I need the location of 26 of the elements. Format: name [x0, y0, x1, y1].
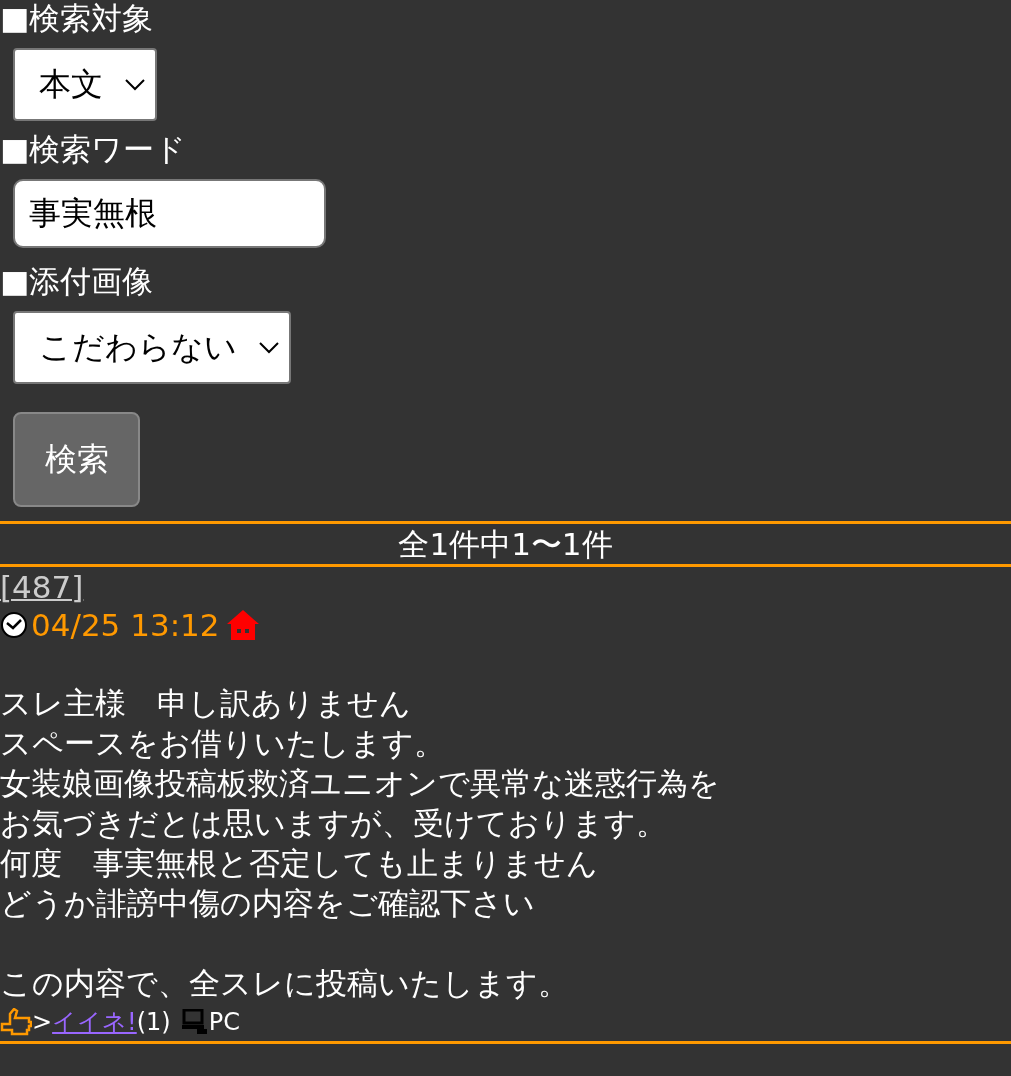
select-field[interactable]: こだわらない — [13, 311, 291, 384]
message-line: この内容で、全スレに投稿いたします。 — [0, 964, 570, 1003]
message-line: 何度 事実無根と否定しても止まりません — [0, 844, 599, 883]
clock-icon — [0, 611, 28, 639]
message-line: どうか誹謗中傷の内容をご確認下さい — [0, 884, 536, 923]
search-field[interactable]: 事実無根 — [13, 179, 326, 248]
field-label: ■検索ワード — [0, 130, 188, 169]
thumbs-up-icon — [0, 1008, 32, 1036]
field-label: ■検索対象 — [0, 0, 155, 38]
post-date: 04/25 13:12 — [31, 607, 220, 643]
post-number-link[interactable]: [487] — [0, 569, 84, 605]
search-button[interactable]: 検索 — [13, 412, 140, 507]
computer-icon — [180, 1009, 209, 1035]
message-line: お気づきだとは思いますが、受けております。 — [0, 804, 668, 843]
like-count: (1) — [136, 1008, 171, 1036]
house-icon — [225, 609, 260, 641]
select-field[interactable]: 本文 — [13, 48, 157, 121]
device-label: PC — [208, 1008, 240, 1036]
like-prefix: > — [32, 1008, 53, 1036]
field-label: ■添付画像 — [0, 262, 155, 301]
chevron-icon — [259, 341, 279, 354]
message-line: スレ主様 申し訳ありません — [0, 684, 412, 723]
chevron-icon — [125, 78, 145, 91]
message-line: 女装娘画像投稿板救済ユニオンで異常な迷惑行為を — [0, 764, 721, 803]
message-line: スペースをお借りいたします。 — [0, 724, 446, 763]
result-count: 全1件中1〜1件 — [0, 521, 1011, 567]
